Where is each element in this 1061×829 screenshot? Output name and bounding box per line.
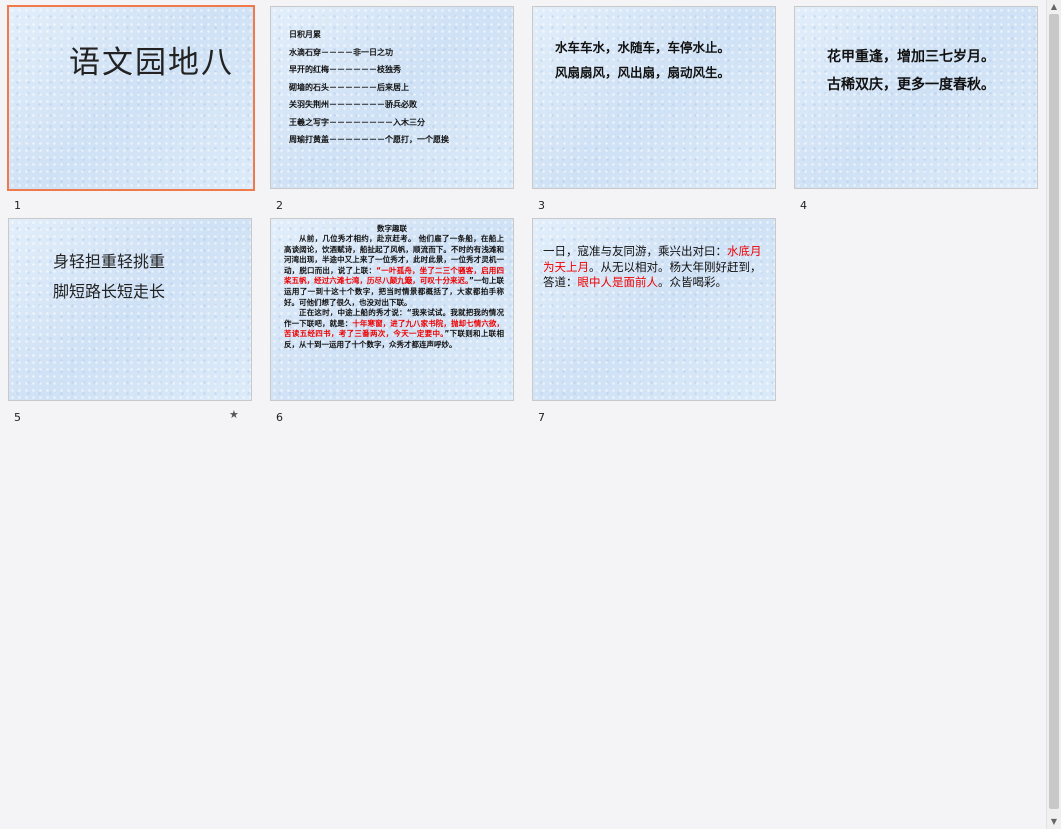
slide-thumbnail-2[interactable]: 日积月累 水滴石穿－－－－非一日之功 早开的红梅－－－－－－枝独秀 砌墙的石头－… — [270, 6, 514, 189]
slide-number: 4 — [800, 199, 807, 212]
slide-number: 2 — [276, 199, 283, 212]
highlight-text: 眼中人是面前人 — [577, 275, 659, 289]
slide-body-text: 从前，几位秀才相约，赴京赶考。 他们雇了一条船，在船上高谈阔论，饮酒赋诗，船扯起… — [284, 234, 504, 351]
list-item: 水滴石穿－－－－非一日之功 — [289, 47, 393, 57]
scroll-down-arrow-icon[interactable]: ▼ — [1047, 815, 1061, 829]
text-run: 。众皆喝彩。 — [658, 275, 727, 289]
scrollbar-thumb[interactable] — [1049, 14, 1059, 809]
paragraph: 从前，几位秀才相约，赴京赶考。 他们雇了一条船，在船上高谈阔论，饮酒赋诗，船扯起… — [284, 234, 504, 308]
slide-text: 身轻担重轻挑重 脚短路长短走长 — [53, 247, 165, 307]
slide-body-text: 一日，寇准与友同游，乘兴出对曰：水底月为天上月。从无以相对。杨大年刚好赶到，答道… — [543, 244, 767, 291]
text-line: 风扇扇风，风出扇，扇动风生。 — [555, 65, 731, 80]
slide-sorter-view: 语文园地八 1 日积月累 水滴石穿－－－－非一日之功 早开的红梅－－－－－－枝独… — [0, 0, 1046, 829]
slide-thumbnail-3[interactable]: 水车车水，水随车，车停水止。 风扇扇风，风出扇，扇动风生。 — [532, 6, 776, 189]
slide-thumbnail-6[interactable]: 数字趣联 从前，几位秀才相约，赴京赶考。 他们雇了一条船，在船上高谈阔论，饮酒赋… — [270, 218, 514, 401]
text-line: 水车车水，水随车，车停水止。 — [555, 40, 731, 55]
slide-thumbnail-5[interactable]: 身轻担重轻挑重 脚短路长短走长 — [8, 218, 252, 401]
list-item: 关羽失荆州－－－－－－－骄兵必败 — [289, 100, 417, 109]
text-line: 古稀双庆，更多一度春秋。 — [827, 77, 995, 93]
text-line: 身轻担重轻挑重 — [53, 252, 166, 271]
slide-number: 7 — [538, 411, 545, 424]
slide-text: 花甲重逢，增加三七岁月。 古稀双庆，更多一度春秋。 — [827, 43, 995, 99]
list-item: 日积月累 — [289, 30, 321, 39]
slide-number: 1 — [14, 199, 21, 212]
vertical-scrollbar[interactable]: ▲ ▼ — [1046, 0, 1061, 829]
star-icon[interactable]: ★ — [229, 408, 239, 421]
text-run: 一日，寇准与友同游，乘兴出对曰： — [543, 244, 727, 258]
text-line: 脚短路长短走长 — [53, 282, 166, 301]
list-item: 周瑜打黄盖－－－－－－－个愿打，一个愿挨 — [289, 135, 449, 144]
slide-text-list: 日积月累 水滴石穿－－－－非一日之功 早开的红梅－－－－－－枝独秀 砌墙的石头－… — [289, 29, 449, 152]
slide-title: 数字趣联 — [377, 224, 407, 233]
list-item: 早开的红梅－－－－－－枝独秀 — [289, 65, 401, 74]
list-item: 砌墙的石头－－－－－－后来居上 — [289, 82, 409, 92]
slide-thumbnail-4[interactable]: 花甲重逢，增加三七岁月。 古稀双庆，更多一度春秋。 — [794, 6, 1038, 189]
slide-thumbnail-1[interactable]: 语文园地八 — [7, 5, 255, 191]
slide-thumbnail-7[interactable]: 一日，寇准与友同游，乘兴出对曰：水底月为天上月。从无以相对。杨大年刚好赶到，答道… — [532, 218, 776, 401]
slide-title: 语文园地八 — [69, 45, 234, 81]
scroll-up-arrow-icon[interactable]: ▲ — [1047, 0, 1061, 14]
slide-number: 3 — [538, 199, 545, 212]
slide-text: 水车车水，水随车，车停水止。 风扇扇风，风出扇，扇动风生。 — [555, 35, 730, 85]
text-line: 花甲重逢，增加三七岁月。 — [827, 49, 995, 65]
slide-number: 6 — [276, 411, 283, 424]
paragraph: 正在这时，中途上船的秀才说：“我来试试。我就把我的情况作一下联吧，就是：十年寒窗… — [284, 308, 504, 350]
list-item: 王羲之写字－－－－－－－－入木三分 — [289, 117, 425, 127]
slide-number: 5 — [14, 411, 21, 424]
